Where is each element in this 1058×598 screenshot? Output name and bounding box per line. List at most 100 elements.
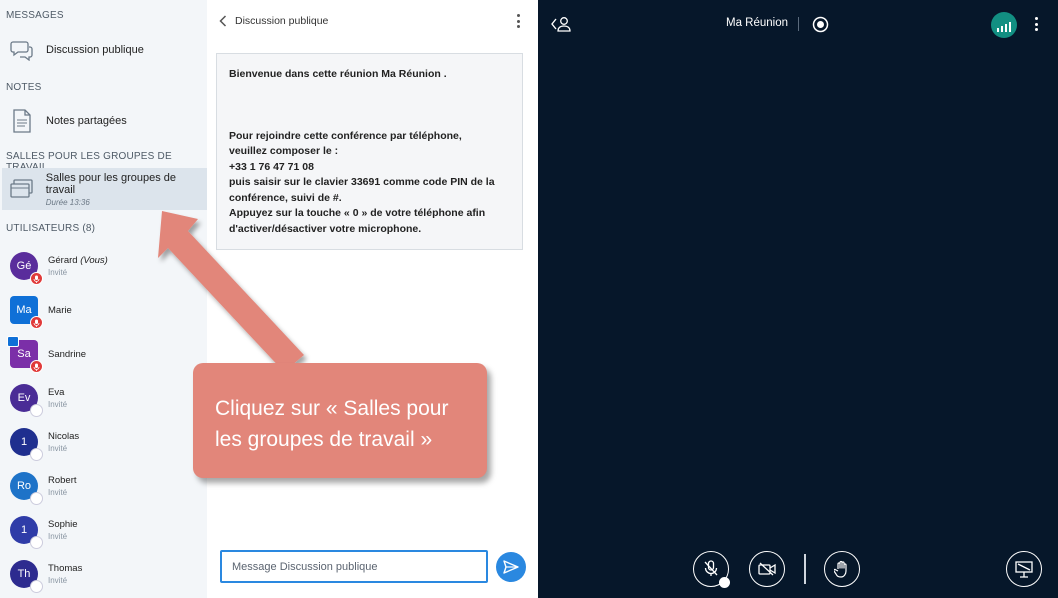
breakout-rooms-icon: [8, 175, 36, 203]
welcome-meeting-name: Ma Réunion: [381, 68, 441, 80]
avatar: 1: [10, 516, 43, 549]
controls-divider: [804, 554, 806, 584]
avatar: 1: [10, 428, 43, 461]
sidebar-item-label: Discussion publique: [46, 44, 144, 56]
avatar-initials: Gé: [16, 260, 32, 272]
muted-mic-icon: [30, 272, 43, 285]
chat-panel: Discussion publique Bienvenue dans cette…: [207, 0, 538, 598]
user-name: Gérard: [48, 255, 78, 266]
tutorial-callout: Cliquez sur « Salles pour les groupes de…: [193, 363, 487, 478]
sidebar-item-breakout-rooms[interactable]: Salles pour les groupes de travail Durée…: [2, 168, 207, 210]
mute-mic-button[interactable]: [693, 551, 730, 588]
user-role: Invité: [48, 532, 68, 541]
dial-in-number: +33 1 76 47 71 08: [229, 160, 314, 173]
welcome-message: Bienvenue dans cette réunion Ma Réunion …: [216, 53, 523, 250]
user-name: Marie: [48, 304, 72, 316]
record-icon[interactable]: [812, 16, 829, 33]
presenter-icon: [7, 336, 19, 347]
hand-icon: [834, 560, 850, 578]
muted-mic-icon: [30, 316, 43, 329]
status-icon: [30, 404, 43, 417]
user-list-item[interactable]: Gé Gérard (Vous) Invité: [10, 252, 108, 285]
toggle-userlist-icon[interactable]: [550, 15, 572, 33]
avatar: Gé: [10, 252, 43, 285]
avatar-initials: 1: [20, 436, 28, 448]
avatar-initials: Ev: [17, 392, 31, 404]
messages-section-title: MESSAGES: [6, 10, 64, 21]
user-name: Robert: [48, 475, 77, 486]
callout-line: les groupes de travail »: [215, 428, 433, 451]
user-list-item[interactable]: Ma Marie: [10, 296, 72, 329]
presentation-icon: [1015, 560, 1033, 578]
muted-mic-icon: [30, 360, 43, 373]
callout-line: Cliquez sur « Salles pour: [215, 397, 449, 420]
sidebar: MESSAGES Discussion publique NOTES Notes…: [0, 0, 207, 598]
avatar: Ev: [10, 384, 43, 417]
breakout-duration: Durée 13:36: [45, 197, 90, 207]
share-webcam-button[interactable]: [749, 551, 785, 587]
you-tag: (Vous): [80, 255, 108, 266]
user-list-item[interactable]: 1 Nicolas Invité: [10, 428, 80, 461]
status-icon: [30, 580, 43, 593]
sidebar-item-shared-notes[interactable]: Notes partagées: [2, 104, 207, 138]
user-name: Thomas: [48, 563, 83, 574]
user-role: Invité: [48, 400, 68, 409]
camera-off-icon: [758, 562, 776, 576]
chat-title: Discussion publique: [235, 15, 329, 27]
send-button[interactable]: [496, 552, 526, 582]
dial-in-line: d'activer/désactiver votre microphone.: [229, 222, 422, 235]
more-options-icon[interactable]: [1035, 17, 1038, 31]
welcome-suffix: .: [440, 68, 447, 80]
user-name: Eva: [48, 387, 65, 398]
user-list-item[interactable]: 1 Sophie Invité: [10, 516, 78, 549]
dial-in-line: puis saisir sur le clavier 33691 comme c…: [229, 176, 495, 188]
presentation-toggle-button[interactable]: [1006, 551, 1042, 587]
chat-bubbles-icon: [8, 36, 36, 64]
dial-in-line: veuillez composer le :: [229, 145, 339, 157]
welcome-text: Bienvenue dans cette réunion: [229, 68, 382, 80]
chat-header: Discussion publique: [207, 0, 538, 42]
sidebar-item-label: Salles pour les groupes de travail: [45, 171, 176, 196]
user-name: Sophie: [48, 519, 78, 530]
main-area: Ma Réunion: [538, 0, 1058, 598]
meeting-title: Ma Réunion: [726, 17, 789, 29]
message-input[interactable]: [220, 550, 488, 583]
avatar-initials: Th: [17, 568, 31, 580]
send-icon: [503, 560, 519, 574]
user-list-item[interactable]: Th Thomas Invité: [10, 560, 83, 593]
status-icon: [30, 536, 43, 549]
raise-hand-button[interactable]: [824, 551, 860, 587]
sidebar-item-public-chat[interactable]: Discussion publique: [2, 34, 207, 66]
dial-in-line: Appuyez sur la touche « 0 » de votre tél…: [229, 207, 486, 219]
user-name: Nicolas: [48, 431, 80, 442]
users-section-title: UTILISATEURS (8): [6, 223, 96, 234]
sidebar-item-label: Notes partagées: [46, 115, 127, 127]
user-list-item[interactable]: Sa Sandrine: [7, 336, 87, 373]
user-name: Sandrine: [48, 348, 87, 360]
chevron-left-icon[interactable]: [219, 15, 227, 27]
title-divider: [798, 17, 799, 31]
document-icon: [8, 107, 36, 135]
audio-settings-caret-icon[interactable]: [719, 577, 730, 588]
status-icon: [30, 448, 43, 461]
user-role: Invité: [48, 576, 68, 585]
dial-in-line: Pour rejoindre cette conférence par télé…: [229, 129, 462, 142]
avatar-initials: Ro: [16, 480, 32, 492]
user-role: Invité: [48, 488, 68, 497]
notes-section-title: NOTES: [6, 82, 42, 93]
user-list-item[interactable]: Ro Robert Invité: [10, 472, 77, 505]
user-role: Invité: [48, 444, 68, 453]
more-options-icon[interactable]: [517, 14, 520, 28]
avatar-initials: 1: [20, 524, 28, 536]
avatar: Ma: [10, 296, 43, 329]
muted-microphone-icon: [703, 560, 719, 578]
connection-status-button[interactable]: [991, 12, 1017, 38]
avatar-initials: Sa: [17, 348, 31, 360]
avatar: Th: [10, 560, 43, 593]
status-icon: [30, 492, 43, 505]
dial-in-line: conférence, suivi de #.: [229, 191, 342, 204]
user-list-item[interactable]: Ev Eva Invité: [10, 384, 68, 417]
avatar: Sa: [7, 336, 43, 373]
avatar-initials: Ma: [16, 304, 32, 316]
user-role: Invité: [48, 268, 68, 277]
